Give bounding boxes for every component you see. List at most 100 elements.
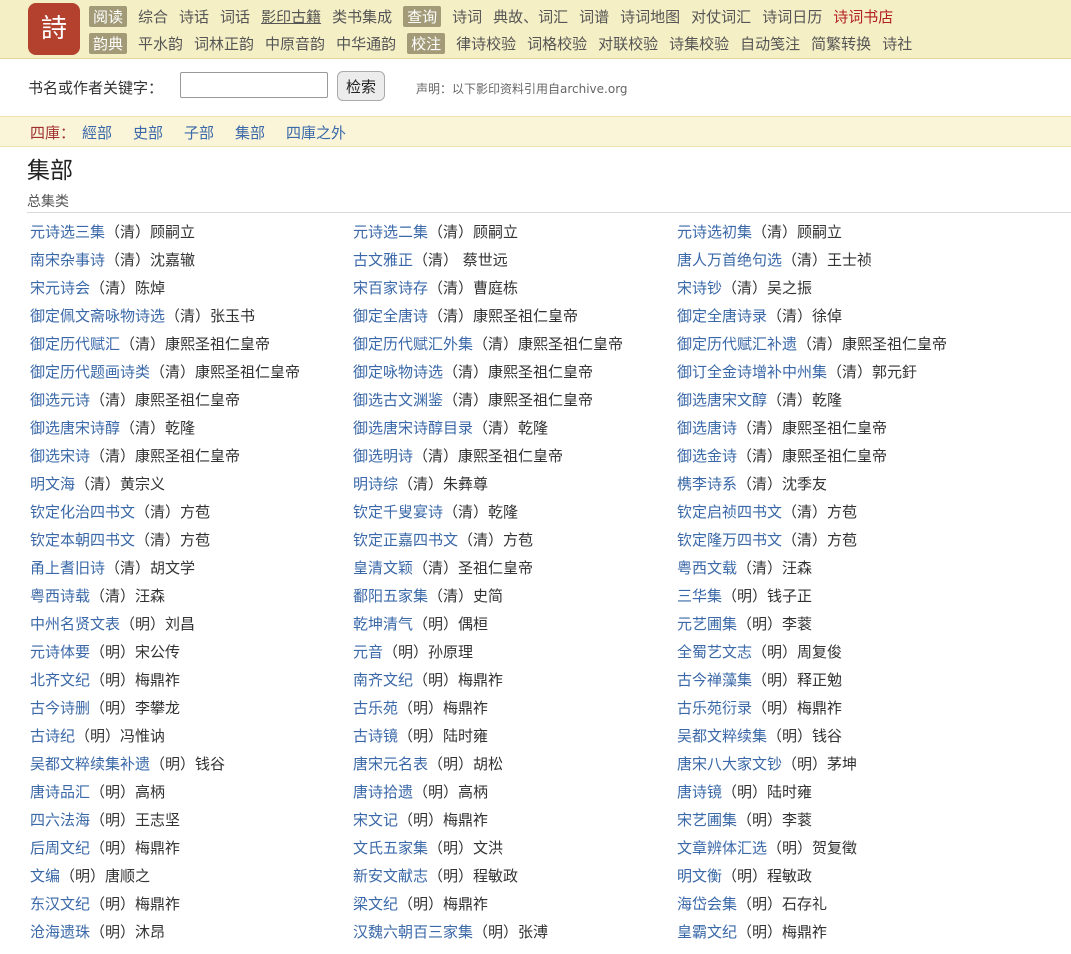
nav-group-label-row2-5[interactable]: 校注	[407, 32, 446, 54]
book-title-link[interactable]: 古诗纪	[30, 727, 75, 745]
book-title-link[interactable]: 元音	[353, 643, 383, 661]
nav-group-label-row1-0[interactable]: 阅读	[89, 5, 128, 27]
nav-link-row2-7[interactable]: 词格校验	[527, 33, 587, 54]
nav-link-row1-3[interactable]: 词话	[220, 6, 250, 27]
book-title-link[interactable]: 钦定千叟宴诗	[353, 503, 443, 521]
book-title-link[interactable]: 明文衡	[677, 867, 722, 885]
book-title-link[interactable]: 元诗选二集	[353, 223, 428, 241]
book-title-link[interactable]: 粤西文载	[677, 559, 737, 577]
book-title-link[interactable]: 全蜀艺文志	[677, 643, 752, 661]
book-title-link[interactable]: 宋元诗会	[30, 279, 90, 297]
siku-link-shi[interactable]: 史部	[133, 122, 163, 143]
book-title-link[interactable]: 钦定化治四书文	[30, 503, 135, 521]
book-title-link[interactable]: 古诗镜	[353, 727, 398, 745]
book-title-link[interactable]: 元艺圃集	[677, 615, 737, 633]
book-title-link[interactable]: 御选元诗	[30, 391, 90, 409]
nav-link-row1-4[interactable]: 影印古籍	[261, 6, 321, 27]
book-title-link[interactable]: 御选金诗	[677, 447, 737, 465]
book-title-link[interactable]: 皇霸文纪	[677, 923, 737, 941]
nav-link-row1-1[interactable]: 综合	[138, 6, 168, 27]
nav-link-row1-11[interactable]: 对仗词汇	[691, 6, 751, 27]
book-title-link[interactable]: 御选唐宋诗醇	[30, 419, 120, 437]
siku-link-ji[interactable]: 集部	[235, 122, 265, 143]
book-title-link[interactable]: 御定全唐诗录	[677, 307, 767, 325]
site-logo[interactable]: 詩	[28, 3, 80, 55]
book-title-link[interactable]: 文氏五家集	[353, 839, 428, 857]
book-title-link[interactable]: 东汉文纪	[30, 895, 90, 913]
book-title-link[interactable]: 御选唐宋诗醇目录	[353, 419, 473, 437]
book-title-link[interactable]: 梁文纪	[353, 895, 398, 913]
nav-link-row1-7[interactable]: 诗词	[452, 6, 482, 27]
book-title-link[interactable]: 沧海遗珠	[30, 923, 90, 941]
book-title-link[interactable]: 海岱会集	[677, 895, 737, 913]
nav-link-row1-13[interactable]: 诗词书店	[833, 6, 893, 27]
nav-link-row2-10[interactable]: 自动笺注	[740, 33, 800, 54]
book-title-link[interactable]: 明诗综	[353, 475, 398, 493]
book-title-link[interactable]: 御定咏物诗选	[353, 363, 443, 381]
book-title-link[interactable]: 钦定正嘉四书文	[353, 531, 458, 549]
nav-link-row2-9[interactable]: 诗集校验	[669, 33, 729, 54]
book-title-link[interactable]: 三华集	[677, 587, 722, 605]
book-title-link[interactable]: 槜李诗系	[677, 475, 737, 493]
book-title-link[interactable]: 南宋杂事诗	[30, 251, 105, 269]
book-title-link[interactable]: 明文海	[30, 475, 75, 493]
book-title-link[interactable]: 新安文献志	[353, 867, 428, 885]
book-title-link[interactable]: 御订全金诗增补中州集	[677, 363, 827, 381]
book-title-link[interactable]: 唐宋元名表	[353, 755, 428, 773]
book-title-link[interactable]: 御定历代赋汇外集	[353, 335, 473, 353]
book-title-link[interactable]: 吴都文粹续集	[677, 727, 767, 745]
nav-link-row1-9[interactable]: 词谱	[579, 6, 609, 27]
book-title-link[interactable]: 御定历代题画诗类	[30, 363, 150, 381]
book-title-link[interactable]: 唐宋八大家文钞	[677, 755, 782, 773]
book-title-link[interactable]: 元诗选初集	[677, 223, 752, 241]
nav-link-row1-8[interactable]: 典故、词汇	[493, 6, 568, 27]
book-title-link[interactable]: 宋诗钞	[677, 279, 722, 297]
book-title-link[interactable]: 御选古文渊鉴	[353, 391, 443, 409]
book-title-link[interactable]: 古乐苑衍录	[677, 699, 752, 717]
book-title-link[interactable]: 御选唐诗	[677, 419, 737, 437]
siku-link-other[interactable]: 四庫之外	[286, 122, 346, 143]
book-title-link[interactable]: 古文雅正	[353, 251, 413, 269]
book-title-link[interactable]: 北齐文纪	[30, 671, 90, 689]
book-title-link[interactable]: 古今禅藻集	[677, 671, 752, 689]
book-title-link[interactable]: 宋百家诗存	[353, 279, 428, 297]
book-title-link[interactable]: 唐人万首绝句选	[677, 251, 782, 269]
siku-link-zi[interactable]: 子部	[184, 122, 214, 143]
book-title-link[interactable]: 宋艺圃集	[677, 811, 737, 829]
book-title-link[interactable]: 文章辨体汇选	[677, 839, 767, 857]
book-title-link[interactable]: 钦定隆万四书文	[677, 531, 782, 549]
nav-link-row1-10[interactable]: 诗词地图	[620, 6, 680, 27]
book-title-link[interactable]: 南齐文纪	[353, 671, 413, 689]
search-input[interactable]	[180, 72, 328, 98]
siku-link-jing[interactable]: 經部	[82, 122, 112, 143]
nav-link-row2-2[interactable]: 词林正韵	[194, 33, 254, 54]
book-title-link[interactable]: 中州名贤文表	[30, 615, 120, 633]
book-title-link[interactable]: 元诗体要	[30, 643, 90, 661]
nav-link-row2-4[interactable]: 中华通韵	[336, 33, 396, 54]
nav-link-row2-8[interactable]: 对联校验	[598, 33, 658, 54]
book-title-link[interactable]: 文编	[30, 867, 60, 885]
book-title-link[interactable]: 御定历代赋汇	[30, 335, 120, 353]
book-title-link[interactable]: 钦定启祯四书文	[677, 503, 782, 521]
book-title-link[interactable]: 御定全唐诗	[353, 307, 428, 325]
book-title-link[interactable]: 皇清文颖	[353, 559, 413, 577]
book-title-link[interactable]: 汉魏六朝百三家集	[353, 923, 473, 941]
book-title-link[interactable]: 御选唐宋文醇	[677, 391, 767, 409]
nav-link-row2-3[interactable]: 中原音韵	[265, 33, 325, 54]
nav-link-row2-11[interactable]: 简繁转换	[811, 33, 871, 54]
book-title-link[interactable]: 元诗选三集	[30, 223, 105, 241]
search-button[interactable]: 检索	[337, 71, 385, 101]
nav-link-row2-1[interactable]: 平水韵	[138, 33, 183, 54]
book-title-link[interactable]: 古今诗删	[30, 699, 90, 717]
book-title-link[interactable]: 鄱阳五家集	[353, 587, 428, 605]
book-title-link[interactable]: 乾坤清气	[353, 615, 413, 633]
book-title-link[interactable]: 甬上耆旧诗	[30, 559, 105, 577]
nav-link-row1-2[interactable]: 诗话	[179, 6, 209, 27]
nav-group-label-row1-6[interactable]: 查询	[403, 5, 442, 27]
nav-link-row1-12[interactable]: 诗词日历	[762, 6, 822, 27]
nav-group-label-row2-0[interactable]: 韵典	[89, 32, 128, 54]
book-title-link[interactable]: 四六法海	[30, 811, 90, 829]
nav-link-row2-12[interactable]: 诗社	[882, 33, 912, 54]
book-title-link[interactable]: 后周文纪	[30, 839, 90, 857]
book-title-link[interactable]: 唐诗品汇	[30, 783, 90, 801]
